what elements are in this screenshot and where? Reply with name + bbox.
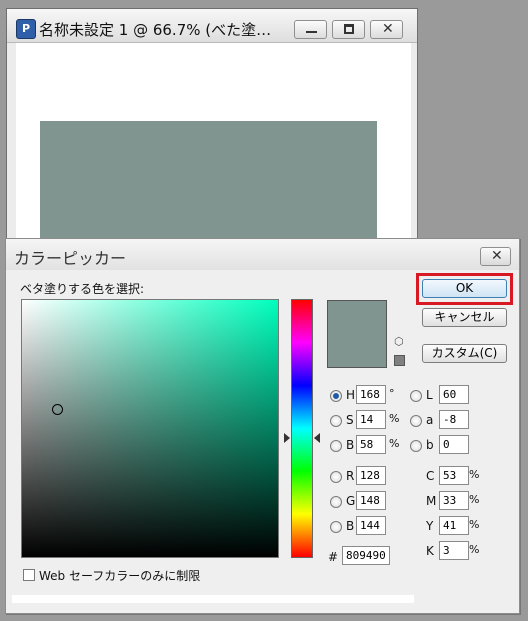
label-lightness: L	[426, 388, 433, 402]
radio-hue[interactable]	[330, 390, 342, 402]
color-field-cursor[interactable]	[52, 404, 63, 415]
web-safe-only-label[interactable]: Web セーフカラーのみに制限	[39, 567, 200, 584]
unit-saturation: %	[389, 412, 400, 425]
document-title-bar[interactable]: P 名称未設定 1 @ 66.7% (べた塗… ✕	[7, 9, 417, 43]
saturation-field[interactable]: 14	[356, 410, 386, 429]
cyan-field[interactable]: 53	[439, 466, 469, 485]
label-brightness: B	[346, 438, 355, 452]
unit-hue: °	[389, 387, 395, 400]
current-color-swatch[interactable]	[328, 334, 386, 367]
web-safe-only-checkbox[interactable]	[23, 569, 35, 581]
blue-field[interactable]: 144	[356, 516, 386, 535]
custom-button[interactable]: カスタム(C)	[422, 344, 507, 363]
color-picker-dialog: カラーピッカー ✕ ベタ塗りする色を選択: ⬡ OK キャンセル カスタム(C)…	[5, 238, 520, 614]
label-red: R	[346, 469, 355, 483]
unit-magenta: %	[469, 493, 480, 506]
label-blue: B	[346, 519, 355, 533]
label-hex: #	[328, 550, 339, 564]
unit-brightness: %	[389, 437, 400, 450]
hue-slider[interactable]	[291, 299, 313, 558]
web-safe-swatch-icon[interactable]	[394, 355, 405, 366]
hue-slider-left-arrow[interactable]	[284, 433, 290, 443]
ok-button[interactable]: OK	[422, 279, 507, 298]
maximize-icon	[344, 24, 354, 34]
radio-green[interactable]	[330, 496, 342, 508]
label-lab-a: a	[426, 413, 434, 427]
document-canvas-bottom-strip	[12, 595, 414, 603]
lab-l-field[interactable]: 60	[439, 385, 469, 404]
close-button[interactable]: ✕	[370, 20, 403, 39]
dialog-title-bar[interactable]: カラーピッカー ✕	[6, 239, 519, 270]
label-hue: H	[346, 388, 356, 402]
cancel-button[interactable]: キャンセル	[422, 308, 507, 327]
label-green: G	[346, 494, 356, 508]
radio-saturation[interactable]	[330, 415, 342, 427]
radio-lightness[interactable]	[410, 390, 422, 402]
document-title: 名称未設定 1 @ 66.7% (べた塗…	[39, 21, 272, 39]
magenta-field[interactable]: 33	[439, 491, 469, 510]
brightness-field[interactable]: 58	[356, 435, 386, 454]
instruction-label: ベタ塗りする色を選択:	[20, 282, 145, 296]
lab-a-field[interactable]: -8	[439, 410, 469, 429]
label-lab-b: b	[426, 438, 434, 452]
yellow-field[interactable]: 41	[439, 516, 469, 535]
unit-yellow: %	[469, 518, 480, 531]
dialog-title: カラーピッカー	[14, 249, 127, 268]
black-field[interactable]: 3	[439, 541, 469, 560]
hex-field[interactable]: 809490	[342, 546, 390, 565]
radio-lab-a[interactable]	[410, 415, 422, 427]
close-icon: ✕	[491, 248, 503, 264]
hue-field[interactable]: 168	[356, 385, 386, 404]
new-color-swatch	[328, 301, 386, 334]
radio-blue[interactable]	[330, 521, 342, 533]
dialog-close-button[interactable]: ✕	[480, 247, 511, 266]
radio-lab-b[interactable]	[410, 440, 422, 452]
radio-red[interactable]	[330, 471, 342, 483]
out-of-gamut-cube-icon[interactable]: ⬡	[394, 336, 404, 347]
radio-brightness[interactable]	[330, 440, 342, 452]
label-cyan: C	[426, 469, 435, 483]
unit-black: %	[469, 543, 480, 556]
red-field[interactable]: 128	[356, 466, 386, 485]
minimize-icon	[306, 31, 317, 33]
photoshop-document-icon: P	[16, 19, 36, 39]
maximize-button[interactable]	[332, 20, 365, 39]
green-field[interactable]: 148	[356, 491, 386, 510]
label-magenta: M	[426, 494, 437, 508]
hue-slider-right-arrow[interactable]	[314, 433, 320, 443]
unit-cyan: %	[469, 468, 480, 481]
field-brightness-layer	[22, 300, 278, 557]
close-icon: ✕	[382, 21, 394, 37]
lab-b-field[interactable]: 0	[439, 435, 469, 454]
label-saturation: S	[346, 413, 354, 427]
minimize-button[interactable]	[294, 20, 327, 39]
label-yellow: Y	[426, 519, 434, 533]
color-preview-swatch	[327, 300, 387, 368]
label-black: K	[426, 544, 434, 558]
color-field[interactable]	[21, 299, 279, 558]
